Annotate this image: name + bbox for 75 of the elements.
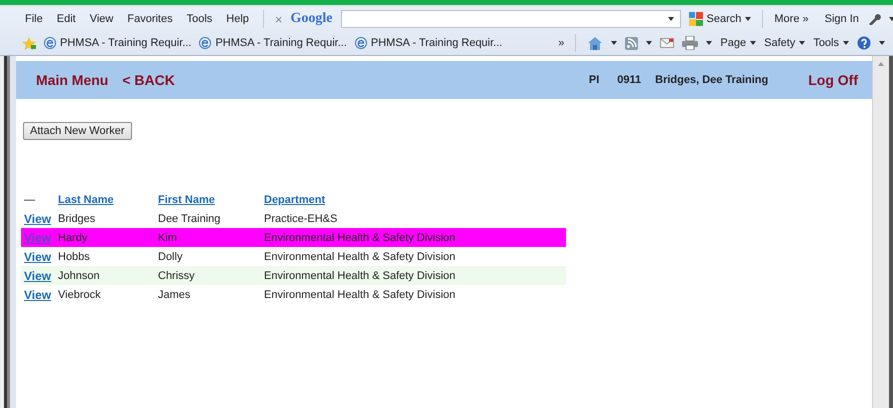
printer-icon[interactable] bbox=[682, 36, 698, 50]
caret-icon[interactable] bbox=[745, 17, 752, 21]
help-icon[interactable] bbox=[857, 36, 871, 50]
table-cell: Environmental Health & Safety Division bbox=[264, 250, 456, 262]
view-link[interactable]: View bbox=[24, 212, 52, 226]
colored-squares-icon[interactable] bbox=[688, 12, 703, 26]
table-row[interactable]: View Hobbs Dolly Environmental Health & Safety Division bbox=[21, 247, 566, 266]
attach-worker-button[interactable]: Attach New Worker bbox=[23, 122, 132, 140]
table-cell: Chrissy bbox=[158, 270, 195, 282]
e-icon[interactable] bbox=[199, 37, 212, 49]
caret-icon[interactable] bbox=[668, 17, 674, 21]
view-link[interactable]: View bbox=[24, 268, 52, 282]
view-link[interactable]: View bbox=[24, 288, 52, 302]
table-cell: Bridges bbox=[58, 212, 96, 224]
table-row[interactable]: View Viebrock James Environmental Health & Safety Division bbox=[21, 285, 566, 304]
feed-icon[interactable] bbox=[625, 36, 638, 50]
menu-item[interactable]: View bbox=[86, 13, 116, 25]
table-cell: Hardy bbox=[58, 232, 88, 244]
command-menu[interactable]: Page bbox=[720, 37, 756, 49]
caret-icon[interactable] bbox=[843, 41, 849, 45]
caret-icon[interactable] bbox=[888, 17, 893, 21]
home-icon[interactable] bbox=[587, 36, 604, 50]
view-link[interactable]: View bbox=[24, 250, 52, 264]
menu-item[interactable]: File bbox=[22, 13, 46, 25]
command-menu[interactable]: Tools bbox=[813, 37, 849, 49]
google-logo: Google bbox=[290, 11, 333, 27]
caret-icon[interactable] bbox=[879, 41, 885, 45]
table-cell: Dolly bbox=[158, 250, 182, 262]
favorite-link[interactable]: PHMSA - Training Requir... bbox=[199, 37, 347, 49]
column-header-link[interactable]: Last Name bbox=[58, 194, 114, 206]
table-cell: Hobbs bbox=[58, 250, 90, 262]
e-icon[interactable] bbox=[354, 37, 367, 49]
scrollbar[interactable] bbox=[872, 56, 889, 408]
star-icon[interactable] bbox=[22, 36, 36, 50]
search-button[interactable]: Search bbox=[688, 12, 752, 26]
sign-in-link[interactable]: Sign In bbox=[824, 13, 859, 25]
back-link[interactable]: < BACK bbox=[122, 72, 175, 88]
table-row[interactable]: View Hardy Kim Environmental Health & Safety Division bbox=[21, 228, 566, 247]
table-cell: Dee Training bbox=[158, 212, 220, 224]
table-cell: Environmental Health & Safety Division bbox=[264, 232, 456, 244]
table-cell: Environmental Health & Safety Division bbox=[264, 270, 456, 282]
menu-item[interactable]: Favorites bbox=[124, 13, 176, 25]
mail-icon[interactable] bbox=[660, 38, 674, 48]
user-code: 0911 bbox=[617, 74, 642, 86]
command-menu[interactable]: Safety bbox=[764, 37, 806, 49]
menu-item[interactable]: Help bbox=[223, 13, 252, 25]
column-header-link[interactable]: First Name bbox=[158, 194, 215, 206]
user-name: Bridges, Dee Training bbox=[655, 74, 768, 86]
caret-icon[interactable] bbox=[706, 41, 712, 45]
favorite-link[interactable]: PHMSA - Training Requir... bbox=[354, 37, 502, 49]
search-field[interactable] bbox=[340, 10, 681, 28]
menu-item[interactable]: Tools bbox=[184, 13, 216, 25]
favorite-link[interactable]: PHMSA - Training Requir... bbox=[44, 37, 192, 49]
wrench-icon[interactable] bbox=[866, 13, 881, 25]
overflow-button[interactable]: » bbox=[558, 37, 564, 49]
log-off-link[interactable]: Log Off bbox=[808, 72, 858, 88]
table-cell: Environmental Health & Safety Division bbox=[264, 288, 456, 300]
caret-icon[interactable] bbox=[750, 41, 756, 45]
main-menu-link[interactable]: Main Menu bbox=[36, 72, 108, 88]
e-icon[interactable] bbox=[44, 37, 56, 49]
caret-icon[interactable] bbox=[646, 41, 652, 45]
table-row[interactable]: View Bridges Dee Training Practice-EH&S bbox=[21, 209, 566, 228]
table-cell: Johnson bbox=[58, 270, 100, 282]
table-cell: James bbox=[158, 288, 190, 300]
caret-icon[interactable] bbox=[611, 41, 618, 45]
role-label: PI bbox=[588, 74, 600, 86]
caret-icon[interactable] bbox=[799, 41, 806, 45]
column-header: — bbox=[24, 194, 35, 206]
column-header-link[interactable]: Department bbox=[264, 194, 326, 206]
table-row[interactable]: View Johnson Chrissy Environmental Health & Safety Division bbox=[21, 266, 566, 285]
table-cell: Viebrock bbox=[58, 288, 101, 300]
menu-item[interactable]: Edit bbox=[54, 13, 79, 25]
table-cell: Kim bbox=[158, 232, 177, 244]
table-cell: Practice-EH&S bbox=[264, 212, 338, 224]
more-button[interactable]: More » bbox=[774, 13, 809, 25]
